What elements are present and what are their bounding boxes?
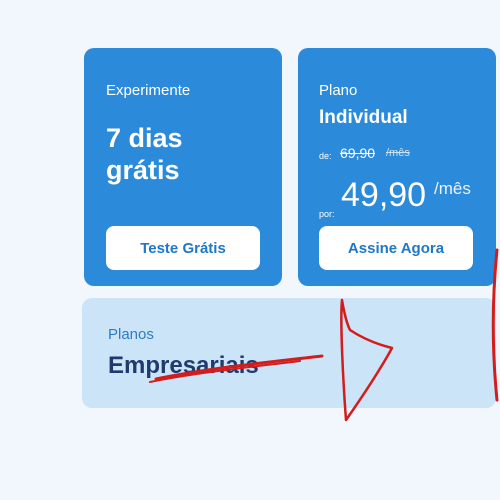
old-price: 69,90 — [340, 145, 376, 161]
trial-plan-card: Experimente 7 dias grátis Teste Grátis — [84, 48, 282, 286]
business-title: Empresariais — [108, 352, 259, 379]
new-price-unit: /mês — [434, 179, 471, 198]
individual-plan-card: Plano Individual de: 69,90 /mês por: 49,… — [298, 48, 496, 286]
new-price: 49,90 — [341, 176, 427, 214]
old-price-prefix: de: — [319, 151, 332, 161]
individual-title: Individual — [319, 107, 408, 128]
new-price-prefix: por: — [319, 209, 335, 219]
subscribe-now-button[interactable]: Assine Agora — [319, 226, 473, 270]
business-eyebrow: Planos — [108, 326, 154, 343]
trial-headline-line2: grátis — [106, 155, 180, 185]
trial-headline: 7 dias grátis — [106, 122, 183, 186]
individual-eyebrow: Plano — [319, 82, 358, 99]
old-price-unit: /mês — [386, 147, 410, 159]
trial-headline-line1: 7 dias — [106, 123, 183, 153]
free-trial-button[interactable]: Teste Grátis — [106, 226, 260, 270]
business-plans-card[interactable]: Planos Empresariais — [82, 298, 496, 408]
trial-eyebrow: Experimente — [106, 82, 191, 99]
